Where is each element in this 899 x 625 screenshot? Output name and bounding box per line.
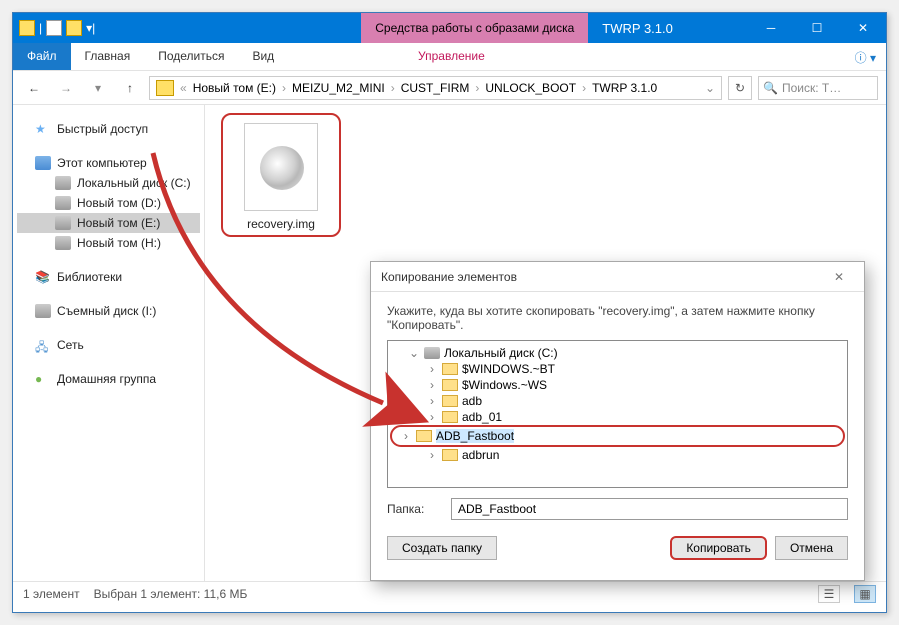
breadcrumb-dropdown-icon[interactable]: ⌄ [701, 81, 719, 95]
status-count: 1 элемент [23, 587, 80, 601]
folder-field[interactable] [451, 498, 848, 520]
refresh-button[interactable]: ↻ [728, 76, 752, 100]
usb-icon [35, 304, 51, 318]
quick-access-toolbar: | ▾| [13, 13, 101, 43]
nav-back-button[interactable]: ← [21, 75, 47, 101]
nav-drive-d[interactable]: Новый том (D:) [17, 193, 200, 213]
window-title: TWRP 3.1.0 [588, 13, 687, 43]
copy-button[interactable]: Копировать [670, 536, 767, 560]
folder-icon [442, 449, 458, 461]
folder-icon [442, 363, 458, 375]
view-details-button[interactable]: ☰ [818, 585, 840, 603]
crumb-3[interactable]: UNLOCK_BOOT [481, 79, 580, 97]
tab-home[interactable]: Главная [71, 43, 145, 70]
status-bar: 1 элемент Выбран 1 элемент: 11,6 МБ ☰ ▦ [13, 581, 886, 605]
tree-node-disk-c[interactable]: ⌄Локальный диск (C:) [390, 345, 845, 361]
disk-icon [55, 216, 71, 230]
explorer-window: | ▾| Средства работы с образами диска TW… [12, 12, 887, 613]
folder-icon [416, 430, 432, 442]
crumb-4[interactable]: TWRP 3.1.0 [588, 79, 661, 97]
tree-node[interactable]: ›adb [390, 393, 845, 409]
address-bar-row: ← → ▾ ↑ « Новый том (E:)› MEIZU_M2_MINI›… [13, 71, 886, 105]
qat-checkbox-icon[interactable] [46, 20, 62, 36]
folder-icon [442, 395, 458, 407]
folder-icon [442, 411, 458, 423]
nav-network[interactable]: 🖧Сеть [17, 335, 200, 355]
ribbon: Файл Главная Поделиться Вид Управление ⓘ… [13, 43, 886, 71]
search-input[interactable]: 🔍 Поиск: T… [758, 76, 878, 100]
disk-icon [55, 176, 71, 190]
qat-folder-icon[interactable] [66, 20, 82, 36]
network-icon: 🖧 [35, 338, 51, 352]
tab-file[interactable]: Файл [13, 43, 71, 70]
nav-this-pc[interactable]: Этот компьютер [17, 153, 200, 173]
dialog-close-button[interactable]: ✕ [824, 270, 854, 284]
tree-node-adb-fastboot[interactable]: ›ADB_Fastboot [390, 425, 845, 447]
nav-homegroup[interactable]: ●Домашняя группа [17, 369, 200, 389]
folder-field-label: Папка: [387, 502, 443, 516]
tree-node[interactable]: ›adb_01 [390, 409, 845, 425]
search-placeholder: Поиск: T… [782, 81, 841, 95]
crumb-2[interactable]: CUST_FIRM [397, 79, 474, 97]
nav-history-button[interactable]: ▾ [85, 75, 111, 101]
tab-manage[interactable]: Управление [404, 43, 499, 70]
maximize-button[interactable]: ☐ [794, 13, 840, 43]
disc-image-icon [244, 123, 318, 211]
nav-libraries[interactable]: 📚Библиотеки [17, 267, 200, 287]
nav-drive-e[interactable]: Новый том (E:) [17, 213, 200, 233]
folder-icon [442, 379, 458, 391]
nav-up-button[interactable]: ↑ [117, 75, 143, 101]
navigation-pane: ★Быстрый доступ Этот компьютер Локальный… [13, 105, 205, 581]
tree-node[interactable]: ›$Windows.~WS [390, 377, 845, 393]
crumb-1[interactable]: MEIZU_M2_MINI [288, 79, 389, 97]
minimize-button[interactable]: ─ [748, 13, 794, 43]
homegroup-icon: ● [35, 372, 51, 386]
titlebar: | ▾| Средства работы с образами диска TW… [13, 13, 886, 43]
tree-node[interactable]: ›$WINDOWS.~BT [390, 361, 845, 377]
nav-removable[interactable]: Съемный диск (I:) [17, 301, 200, 321]
tree-node[interactable]: ›adbrun [390, 447, 845, 463]
breadcrumb-folder-icon [156, 80, 174, 96]
nav-quick-access[interactable]: ★Быстрый доступ [17, 119, 200, 139]
folder-tree[interactable]: ⌄Локальный диск (C:) ›$WINDOWS.~BT ›$Win… [387, 340, 848, 488]
file-name: recovery.img [227, 217, 335, 231]
tab-share[interactable]: Поделиться [144, 43, 238, 70]
file-item-recovery-img[interactable]: recovery.img [221, 113, 341, 237]
nav-drive-h[interactable]: Новый том (H:) [17, 233, 200, 253]
cancel-button[interactable]: Отмена [775, 536, 848, 560]
pc-icon [35, 156, 51, 170]
tab-view[interactable]: Вид [238, 43, 288, 70]
disk-icon [424, 347, 440, 359]
view-icons-button[interactable]: ▦ [854, 585, 876, 603]
disk-icon [55, 196, 71, 210]
disk-icon [55, 236, 71, 250]
library-icon: 📚 [35, 270, 51, 284]
breadcrumb[interactable]: « Новый том (E:)› MEIZU_M2_MINI› CUST_FI… [149, 76, 722, 100]
folder-icon [19, 20, 35, 36]
close-button[interactable]: ✕ [840, 13, 886, 43]
copy-dialog: Копирование элементов ✕ Укажите, куда вы… [370, 261, 865, 581]
nav-forward-button[interactable]: → [53, 75, 79, 101]
dialog-titlebar: Копирование элементов ✕ [371, 262, 864, 292]
dialog-title: Копирование элементов [381, 270, 517, 284]
dialog-instruction: Укажите, куда вы хотите скопировать "rec… [371, 292, 864, 340]
search-icon: 🔍 [763, 81, 778, 95]
crumb-0[interactable]: Новый том (E:) [189, 79, 280, 97]
context-tab-header: Средства работы с образами диска [361, 13, 588, 43]
star-icon: ★ [35, 122, 51, 136]
nav-drive-c[interactable]: Локальный диск (C:) [17, 173, 200, 193]
status-selection: Выбран 1 элемент: 11,6 МБ [94, 587, 248, 601]
new-folder-button[interactable]: Создать папку [387, 536, 497, 560]
help-dropdown-icon[interactable]: ⓘ ▾ [845, 43, 886, 70]
